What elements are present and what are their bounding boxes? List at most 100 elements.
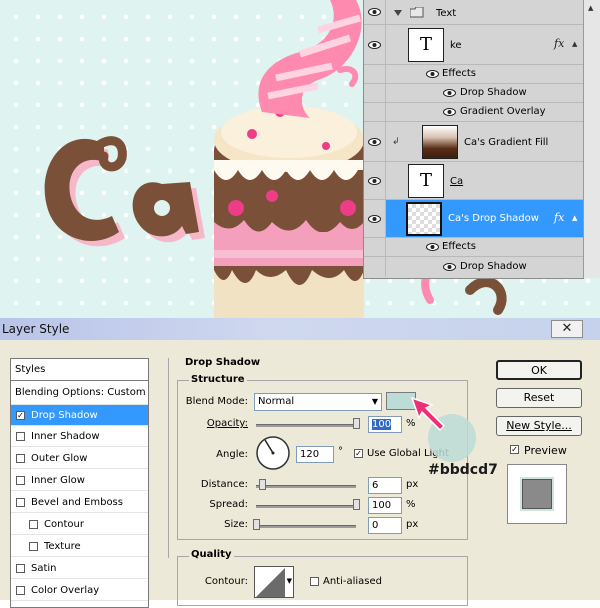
gradient-thumbnail <box>422 125 458 159</box>
bevel-emboss-checkbox[interactable] <box>16 498 25 507</box>
style-item-inner-glow[interactable]: Inner Glow <box>11 470 148 491</box>
preview-box <box>507 464 567 524</box>
close-button[interactable]: ✕ <box>551 320 583 338</box>
eye-icon[interactable] <box>443 263 456 271</box>
layer-name: Ca <box>450 176 464 187</box>
eye-icon <box>368 215 381 223</box>
text-layer-thumbnail: T <box>408 28 444 62</box>
visibility-spacer <box>364 65 386 83</box>
dialog-titlebar[interactable]: Layer Style ✕ <box>0 318 600 340</box>
transparent-layer-thumbnail <box>406 202 442 236</box>
satin-checkbox[interactable] <box>16 564 25 573</box>
angle-input[interactable]: 120 <box>296 446 334 463</box>
spread-label: Spread: <box>209 499 248 510</box>
new-style-button[interactable]: New Style... <box>496 416 582 436</box>
spread-input[interactable]: 100 <box>368 497 402 514</box>
layer-effects[interactable]: Effects <box>364 65 584 84</box>
eye-icon <box>368 8 381 16</box>
contour-checkbox[interactable] <box>29 520 38 529</box>
color-overlay-checkbox[interactable] <box>16 586 25 595</box>
expand-arrow-icon[interactable]: ▲ <box>572 214 577 222</box>
clipping-arrow-icon: ↲ <box>392 137 400 147</box>
reset-button[interactable]: Reset <box>496 388 582 408</box>
quality-legend: Quality <box>189 549 234 560</box>
layer-ke[interactable]: T ke fx ▲ <box>364 25 584 65</box>
eye-icon[interactable] <box>426 243 439 251</box>
style-item-satin[interactable]: Satin <box>11 558 148 579</box>
style-item-drop-shadow[interactable]: ✓ Drop Shadow <box>11 405 148 426</box>
visibility-toggle[interactable] <box>364 122 386 161</box>
layer-style-dialog: Layer Style ✕ Styles Blending Options: C… <box>0 318 600 608</box>
global-light-checkbox[interactable]: ✓ <box>354 449 363 458</box>
distance-label: Distance: <box>200 479 248 490</box>
style-item-contour[interactable]: Contour <box>11 514 148 535</box>
styles-header[interactable]: Styles <box>11 359 148 381</box>
section-title: Drop Shadow <box>183 357 263 368</box>
blend-mode-select[interactable]: Normal ▼ <box>254 393 382 411</box>
eye-icon[interactable] <box>443 108 456 116</box>
opacity-label: Opacity: <box>206 418 248 429</box>
style-item-outer-glow[interactable]: Outer Glow <box>11 448 148 469</box>
fx-icon[interactable]: fx <box>554 37 564 50</box>
eye-icon[interactable] <box>426 70 439 78</box>
dialog-title: Layer Style <box>2 322 70 336</box>
visibility-toggle[interactable] <box>364 25 386 64</box>
preview-checkbox[interactable]: ✓ <box>510 445 519 454</box>
visibility-toggle[interactable] <box>364 162 386 199</box>
opacity-input[interactable]: 100 <box>368 416 402 433</box>
visibility-spacer <box>364 103 386 121</box>
eye-icon[interactable] <box>443 89 456 97</box>
text-layer-thumbnail: T <box>408 164 444 198</box>
antialiased-checkbox[interactable] <box>310 577 319 586</box>
collapse-arrow-icon[interactable] <box>394 10 402 16</box>
size-slider-thumb[interactable] <box>253 519 260 530</box>
angle-dial[interactable] <box>255 435 291 471</box>
spread-slider-thumb[interactable] <box>353 499 360 510</box>
visibility-toggle[interactable] <box>364 200 386 237</box>
style-item-bevel-emboss[interactable]: Bevel and Emboss <box>11 492 148 513</box>
spread-slider-track[interactable] <box>256 505 356 508</box>
contour-preview-icon <box>256 568 285 597</box>
style-item-inner-shadow[interactable]: Inner Shadow <box>11 426 148 447</box>
preview-label: Preview <box>524 444 567 457</box>
visibility-toggle[interactable] <box>364 0 386 24</box>
preview-swatch <box>522 479 552 509</box>
layer-group-text[interactable]: Text <box>364 0 584 25</box>
distance-unit: px <box>406 479 419 490</box>
size-slider-track[interactable] <box>256 525 356 528</box>
layer-effect-drop-shadow[interactable]: Drop Shadow <box>364 257 584 277</box>
drop-shadow-checkbox[interactable]: ✓ <box>16 411 25 420</box>
eye-icon <box>368 138 381 146</box>
opacity-slider-track[interactable] <box>256 424 356 427</box>
layer-cas-gradient-fill[interactable]: ↲ Ca's Gradient Fill <box>364 122 584 162</box>
style-item-color-overlay[interactable]: Color Overlay <box>11 580 148 601</box>
dropdown-arrow-icon: ▼ <box>371 397 378 406</box>
fx-icon[interactable]: fx <box>554 211 564 224</box>
layer-cas-drop-shadow[interactable]: Ca's Drop Shadow fx ▲ <box>364 200 584 238</box>
outer-glow-checkbox[interactable] <box>16 454 25 463</box>
inner-shadow-checkbox[interactable] <box>16 432 25 441</box>
expand-arrow-icon[interactable]: ▲ <box>572 40 577 48</box>
close-icon: ✕ <box>561 321 573 336</box>
effect-name: Drop Shadow <box>460 87 527 98</box>
eye-icon <box>368 41 381 49</box>
layer-ca[interactable]: T Ca <box>364 162 584 200</box>
inner-glow-checkbox[interactable] <box>16 476 25 485</box>
layer-effect-gradient-overlay[interactable]: Gradient Overlay <box>364 103 584 122</box>
distance-slider-thumb[interactable] <box>259 479 266 490</box>
blending-options-item[interactable]: Blending Options: Custom <box>11 381 148 405</box>
layers-scrollbar[interactable]: ▲ <box>583 0 600 278</box>
contour-picker[interactable]: ▼ <box>254 566 294 598</box>
distance-input[interactable]: 6 <box>368 477 402 494</box>
effect-name: Drop Shadow <box>460 261 527 272</box>
ok-button[interactable]: OK <box>496 360 582 380</box>
distance-slider-track[interactable] <box>256 485 356 488</box>
layer-effects[interactable]: Effects <box>364 238 584 257</box>
size-input[interactable]: 0 <box>368 517 402 534</box>
opacity-slider-thumb[interactable] <box>353 418 360 429</box>
scroll-up-icon[interactable]: ▲ <box>588 4 593 12</box>
spread-unit: % <box>406 499 416 510</box>
texture-checkbox[interactable] <box>29 542 38 551</box>
style-item-texture[interactable]: Texture <box>11 536 148 557</box>
layer-effect-drop-shadow[interactable]: Drop Shadow <box>364 84 584 103</box>
